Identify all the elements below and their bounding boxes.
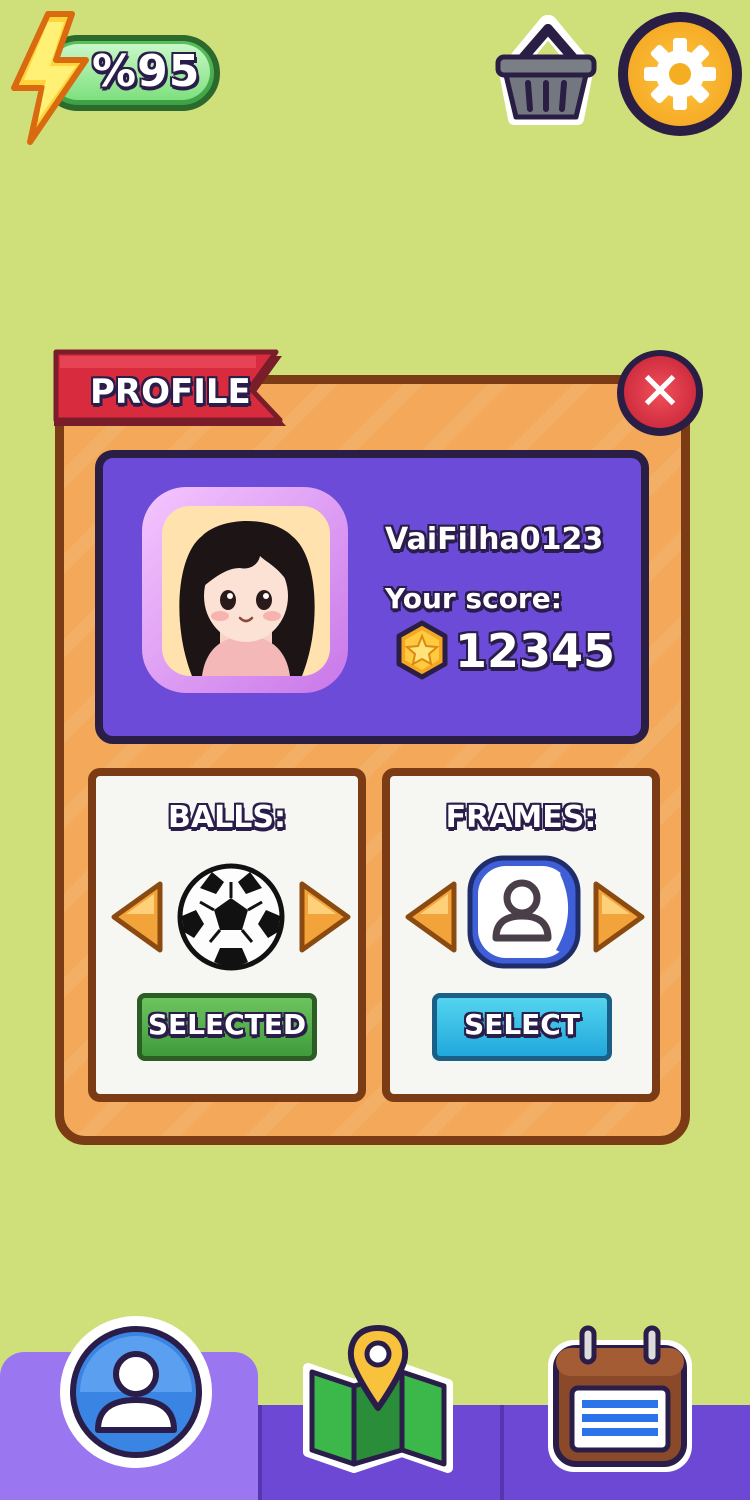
score-label: Your score:	[385, 582, 562, 615]
avatar[interactable]	[162, 506, 330, 676]
frames-select-button[interactable]: SELECT	[432, 993, 612, 1061]
soccer-ball-icon[interactable]	[176, 862, 286, 972]
balls-prev-arrow-icon[interactable]	[110, 880, 166, 954]
frames-prev-arrow-icon[interactable]	[404, 880, 460, 954]
calendar-icon[interactable]	[540, 1318, 700, 1478]
profile-title: PROFILE	[90, 372, 251, 412]
basket-icon[interactable]	[490, 15, 602, 127]
close-icon[interactable]: ✕	[624, 356, 696, 428]
gear-icon[interactable]	[640, 34, 720, 114]
frames-next-arrow-icon[interactable]	[590, 880, 646, 954]
score-value: 12345	[455, 624, 616, 678]
profile-icon[interactable]	[56, 1312, 216, 1472]
username: VaiFilha0123	[385, 522, 604, 557]
avatar-girl-icon	[179, 521, 315, 676]
nav-divider	[500, 1405, 504, 1500]
star-coin-icon	[396, 620, 448, 680]
frames-title: FRAMES:	[445, 800, 597, 835]
lightning-icon	[11, 11, 89, 145]
balls-title: BALLS:	[168, 800, 286, 835]
nav-divider	[258, 1405, 262, 1500]
energy-percent: %95	[92, 46, 201, 97]
balls-selected-button[interactable]: SELECTED	[137, 993, 317, 1061]
map-icon[interactable]	[298, 1318, 458, 1478]
user-frame-icon[interactable]	[466, 854, 582, 970]
balls-next-arrow-icon[interactable]	[296, 880, 352, 954]
